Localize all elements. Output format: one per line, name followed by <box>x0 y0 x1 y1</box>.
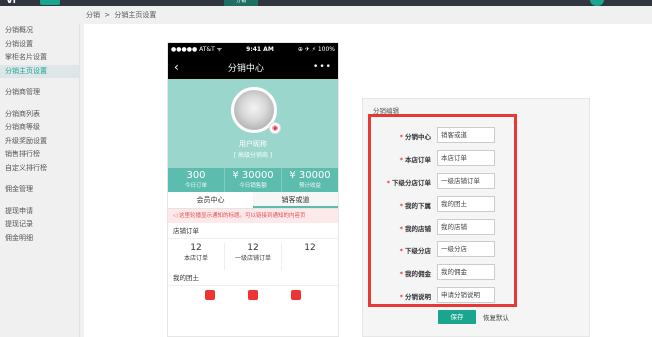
field-commission-input[interactable]: 我的佣金 <box>437 264 495 280</box>
form-row-sub-store: * 下级分店 一级分店 <box>373 241 523 258</box>
phone-title: 分销中心 <box>227 63 264 74</box>
logo-badge <box>40 0 60 5</box>
top-nav-item[interactable]: 分销 <box>224 0 258 6</box>
field-store-orders-input[interactable]: 本店订单 <box>437 150 495 166</box>
team-icons <box>168 286 338 300</box>
sidebar-item-upgrade-reward[interactable]: 升级奖励设置 <box>0 135 79 149</box>
sidebar-item-sales-rank[interactable]: 销售排行榜 <box>0 148 79 162</box>
person-icon[interactable] <box>204 290 215 300</box>
profile-hero: ◉ 用户昵称 [ 高级分销商 ] <box>168 79 338 168</box>
breadcrumb-separator: > <box>104 11 111 19</box>
orders-row: 12 本店订单 12 一级店铺订单 12 <box>168 239 338 270</box>
sidebar-item-card-settings[interactable]: 掌柜名片设置 <box>0 51 79 65</box>
sidebar-item-distributor-list[interactable]: 分销商列表 <box>0 108 79 122</box>
phone-tabs: 会员中心 销客或道 <box>168 192 338 209</box>
user-level: [ 高级分销商 ] <box>233 152 273 159</box>
sidebar: 分销概况 分销设置 掌柜名片设置 分销主页设置 分销商管理 分销商列表 分销商等… <box>0 24 80 337</box>
reset-default-button[interactable]: 恢复默认 <box>483 312 509 322</box>
stat-expected-income: ¥ 30000 预计收益 <box>289 170 331 189</box>
status-right: ⊕ ✈ ⚡ 100% <box>297 45 335 53</box>
avatar-badge-icon: ◉ <box>269 122 281 134</box>
sidebar-item-distributor-level[interactable]: 分销商等级 <box>0 121 79 135</box>
order-stat[interactable]: 12 本店订单 <box>168 243 225 270</box>
breadcrumb-root[interactable]: 分销 <box>86 11 100 19</box>
form-row-center: * 分销中心 销客或道 <box>373 127 523 144</box>
top-nav-item[interactable] <box>190 0 224 6</box>
user-name: 用户昵称 <box>239 140 267 148</box>
back-icon[interactable]: ‹ <box>174 60 179 74</box>
field-my-team-input[interactable]: 我的团土 <box>437 196 495 212</box>
top-nav-item[interactable] <box>462 0 496 6</box>
save-button[interactable]: 保存 <box>438 310 476 324</box>
form-row-my-store: * 我的店铺 我的店铺 <box>373 219 523 236</box>
breadcrumb: 分销 > 分销主页设置 <box>86 10 158 20</box>
top-nav-item[interactable] <box>156 0 190 6</box>
sidebar-item-overview[interactable]: 分销概况 <box>0 24 79 38</box>
top-nav-item[interactable] <box>360 0 394 6</box>
top-navbar: Vi 分销 <box>0 0 652 6</box>
form-row-my-team: * 我的下属 我的团土 <box>373 196 523 213</box>
field-my-store-input[interactable]: 我的店铺 <box>437 219 495 235</box>
form-row-sub-orders: * 下级分店订单 一级店铺订单 <box>373 173 523 190</box>
more-icon[interactable]: ••• <box>313 62 332 72</box>
store-icon[interactable] <box>291 290 302 300</box>
top-nav-item[interactable] <box>122 0 156 6</box>
notice-bar[interactable]: ◁ 这里轮播显示通知的标题。可以链接到通知的内容页 <box>168 209 338 223</box>
phone-status-bar: ●●●●● AT&T ᯤ 9:41 AM ⊕ ✈ ⚡ 100% <box>168 43 338 55</box>
top-nav-item[interactable] <box>88 0 122 6</box>
stats-bar: 300 今日订单 ¥ 30000 今日销售额 ¥ 30000 预计收益 <box>168 168 338 192</box>
status-time: 9:41 AM <box>246 45 274 53</box>
top-nav-item[interactable] <box>326 0 360 6</box>
form-row-store-orders: * 本店订单 本店订单 <box>373 150 523 167</box>
breadcrumb-current: 分销主页设置 <box>114 11 157 19</box>
stat-today-orders: 300 今日订单 <box>168 168 225 192</box>
field-sub-orders-input[interactable]: 一级店铺订单 <box>437 173 495 189</box>
field-sub-store-input[interactable]: 一级分店 <box>437 241 495 257</box>
status-carrier: ●●●●● AT&T ᯤ <box>171 46 223 53</box>
store-icon[interactable] <box>247 290 258 300</box>
phone-preview: ●●●●● AT&T ᯤ 9:41 AM ⊕ ✈ ⚡ 100% ‹ 分销中心 •… <box>167 42 339 337</box>
top-nav-item[interactable] <box>292 0 326 6</box>
sidebar-item-home-settings[interactable]: 分销主页设置 <box>0 64 79 78</box>
top-nav-item[interactable] <box>428 0 462 6</box>
form-row-description: * 分销说明 申请分销说明 <box>373 287 523 304</box>
tab-distribution[interactable]: 销客或道 <box>253 192 338 208</box>
sidebar-item-distributor-mgmt[interactable]: 分销商管理 <box>0 86 79 100</box>
field-description-input[interactable]: 申请分销说明 <box>437 287 495 303</box>
top-nav-menu: 分销 <box>88 0 598 6</box>
tab-member-center[interactable]: 会员中心 <box>168 192 253 208</box>
sidebar-item-settings[interactable]: 分销设置 <box>0 38 79 52</box>
field-center-input[interactable]: 销客或道 <box>437 127 495 143</box>
stat-today-sales: ¥ 30000 今日销售额 <box>225 168 282 192</box>
sidebar-item-commission-detail[interactable]: 佣金明细 <box>0 232 79 246</box>
order-stat[interactable]: 12 <box>282 243 338 270</box>
top-nav-item[interactable] <box>258 0 292 6</box>
top-nav-item[interactable] <box>530 0 564 6</box>
sidebar-item-commission[interactable]: 佣金管理 <box>0 183 79 197</box>
top-nav-item[interactable] <box>496 0 530 6</box>
sidebar-item-custom-rank[interactable]: 自定义排行榜 <box>0 162 79 176</box>
store-orders-title: 店铺订单 <box>168 223 338 239</box>
sidebar-item-withdraw-records[interactable]: 提现记录 <box>0 218 79 232</box>
form-row-commission: * 我的佣金 我的佣金 <box>373 264 523 281</box>
top-nav-item[interactable] <box>394 0 428 6</box>
my-team-title: 我的团土 <box>168 270 338 286</box>
app-logo: Vi <box>6 0 16 6</box>
phone-titlebar: ‹ 分销中心 ••• <box>168 55 338 79</box>
sidebar-item-withdraw-apply[interactable]: 提现申请 <box>0 205 79 219</box>
order-stat[interactable]: 12 一级店铺订单 <box>225 243 282 270</box>
